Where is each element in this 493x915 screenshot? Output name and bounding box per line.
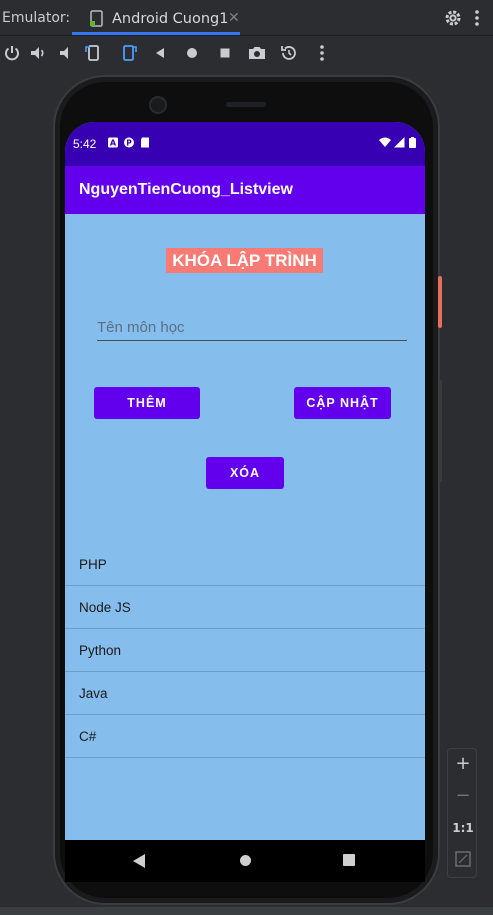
zoom-out-icon[interactable]: − — [448, 785, 478, 806]
sd-card-icon — [141, 137, 149, 148]
app-bar: NguyenTienCuong_Listview — [65, 166, 425, 214]
close-icon[interactable]: ✕ — [228, 10, 240, 26]
app-title: NguyenTienCuong_Listview — [79, 181, 293, 198]
add-button[interactable]: THÊM — [94, 387, 200, 419]
back-icon[interactable] — [150, 43, 170, 63]
volume-down-icon[interactable] — [56, 43, 76, 63]
power-icon[interactable] — [2, 43, 22, 63]
emulator-tab-bar: Emulator: Android Cuong1 ✕ — [0, 0, 493, 36]
home-icon[interactable] — [182, 43, 202, 63]
zoom-ratio-button[interactable]: 1:1 — [448, 821, 478, 835]
android-nav-bar — [65, 840, 425, 882]
zoom-in-icon[interactable]: + — [448, 753, 478, 774]
svg-text:A: A — [110, 139, 117, 148]
heading-label: KHÓA LẬP TRÌNH — [166, 248, 323, 273]
signal-icon — [394, 137, 405, 148]
wifi-icon — [379, 137, 391, 147]
tab-label: Android Cuong1 — [112, 11, 229, 27]
list-item[interactable]: PHP — [65, 543, 425, 586]
bottom-strip — [0, 907, 493, 915]
tab-android-cuong1[interactable]: Android Cuong1 ✕ — [72, 4, 240, 35]
battery-icon — [409, 137, 416, 148]
more-icon[interactable] — [312, 43, 332, 63]
emulator-toolbar — [0, 37, 493, 71]
power-side-button[interactable] — [438, 276, 442, 328]
course-name-input[interactable] — [97, 315, 407, 341]
delete-button[interactable]: XÓA — [206, 457, 284, 489]
list-item[interactable]: Python — [65, 629, 425, 672]
snapshot-icon[interactable] — [279, 43, 299, 63]
overview-icon[interactable] — [215, 43, 235, 63]
list-item[interactable]: C# — [65, 715, 425, 758]
device-screen: 5:42 A P NguyenTienCuong_Listview KHÓA L… — [65, 122, 425, 882]
fit-screen-icon[interactable] — [455, 851, 471, 867]
nav-back-icon[interactable] — [133, 854, 145, 868]
status-time: 5:42 — [73, 137, 97, 151]
rotate-right-icon[interactable] — [118, 43, 138, 63]
earpiece-speaker — [226, 102, 266, 107]
front-camera — [149, 96, 167, 114]
volume-up-icon[interactable] — [28, 43, 48, 63]
nav-home-icon[interactable] — [240, 855, 251, 866]
more-vertical-icon[interactable] — [474, 8, 480, 28]
course-list: PHP Node JS Python Java C# — [65, 543, 425, 758]
list-item[interactable]: Java — [65, 672, 425, 715]
camera-icon[interactable] — [247, 43, 267, 63]
update-button[interactable]: CẬP NHẬT — [294, 387, 391, 419]
gear-icon[interactable] — [443, 8, 463, 28]
notification-a-icon: A — [108, 137, 118, 148]
nav-recents-icon[interactable] — [343, 854, 355, 866]
emulator-label: Emulator: — [2, 10, 71, 26]
notification-p-icon: P — [124, 137, 134, 148]
rotate-left-icon[interactable] — [84, 43, 104, 63]
device-icon — [90, 10, 103, 27]
status-bar: 5:42 A P — [65, 122, 425, 166]
zoom-panel: + − 1:1 — [447, 748, 477, 878]
svg-text:P: P — [126, 139, 132, 148]
list-item[interactable]: Node JS — [65, 586, 425, 629]
volume-side-button[interactable] — [438, 380, 442, 482]
